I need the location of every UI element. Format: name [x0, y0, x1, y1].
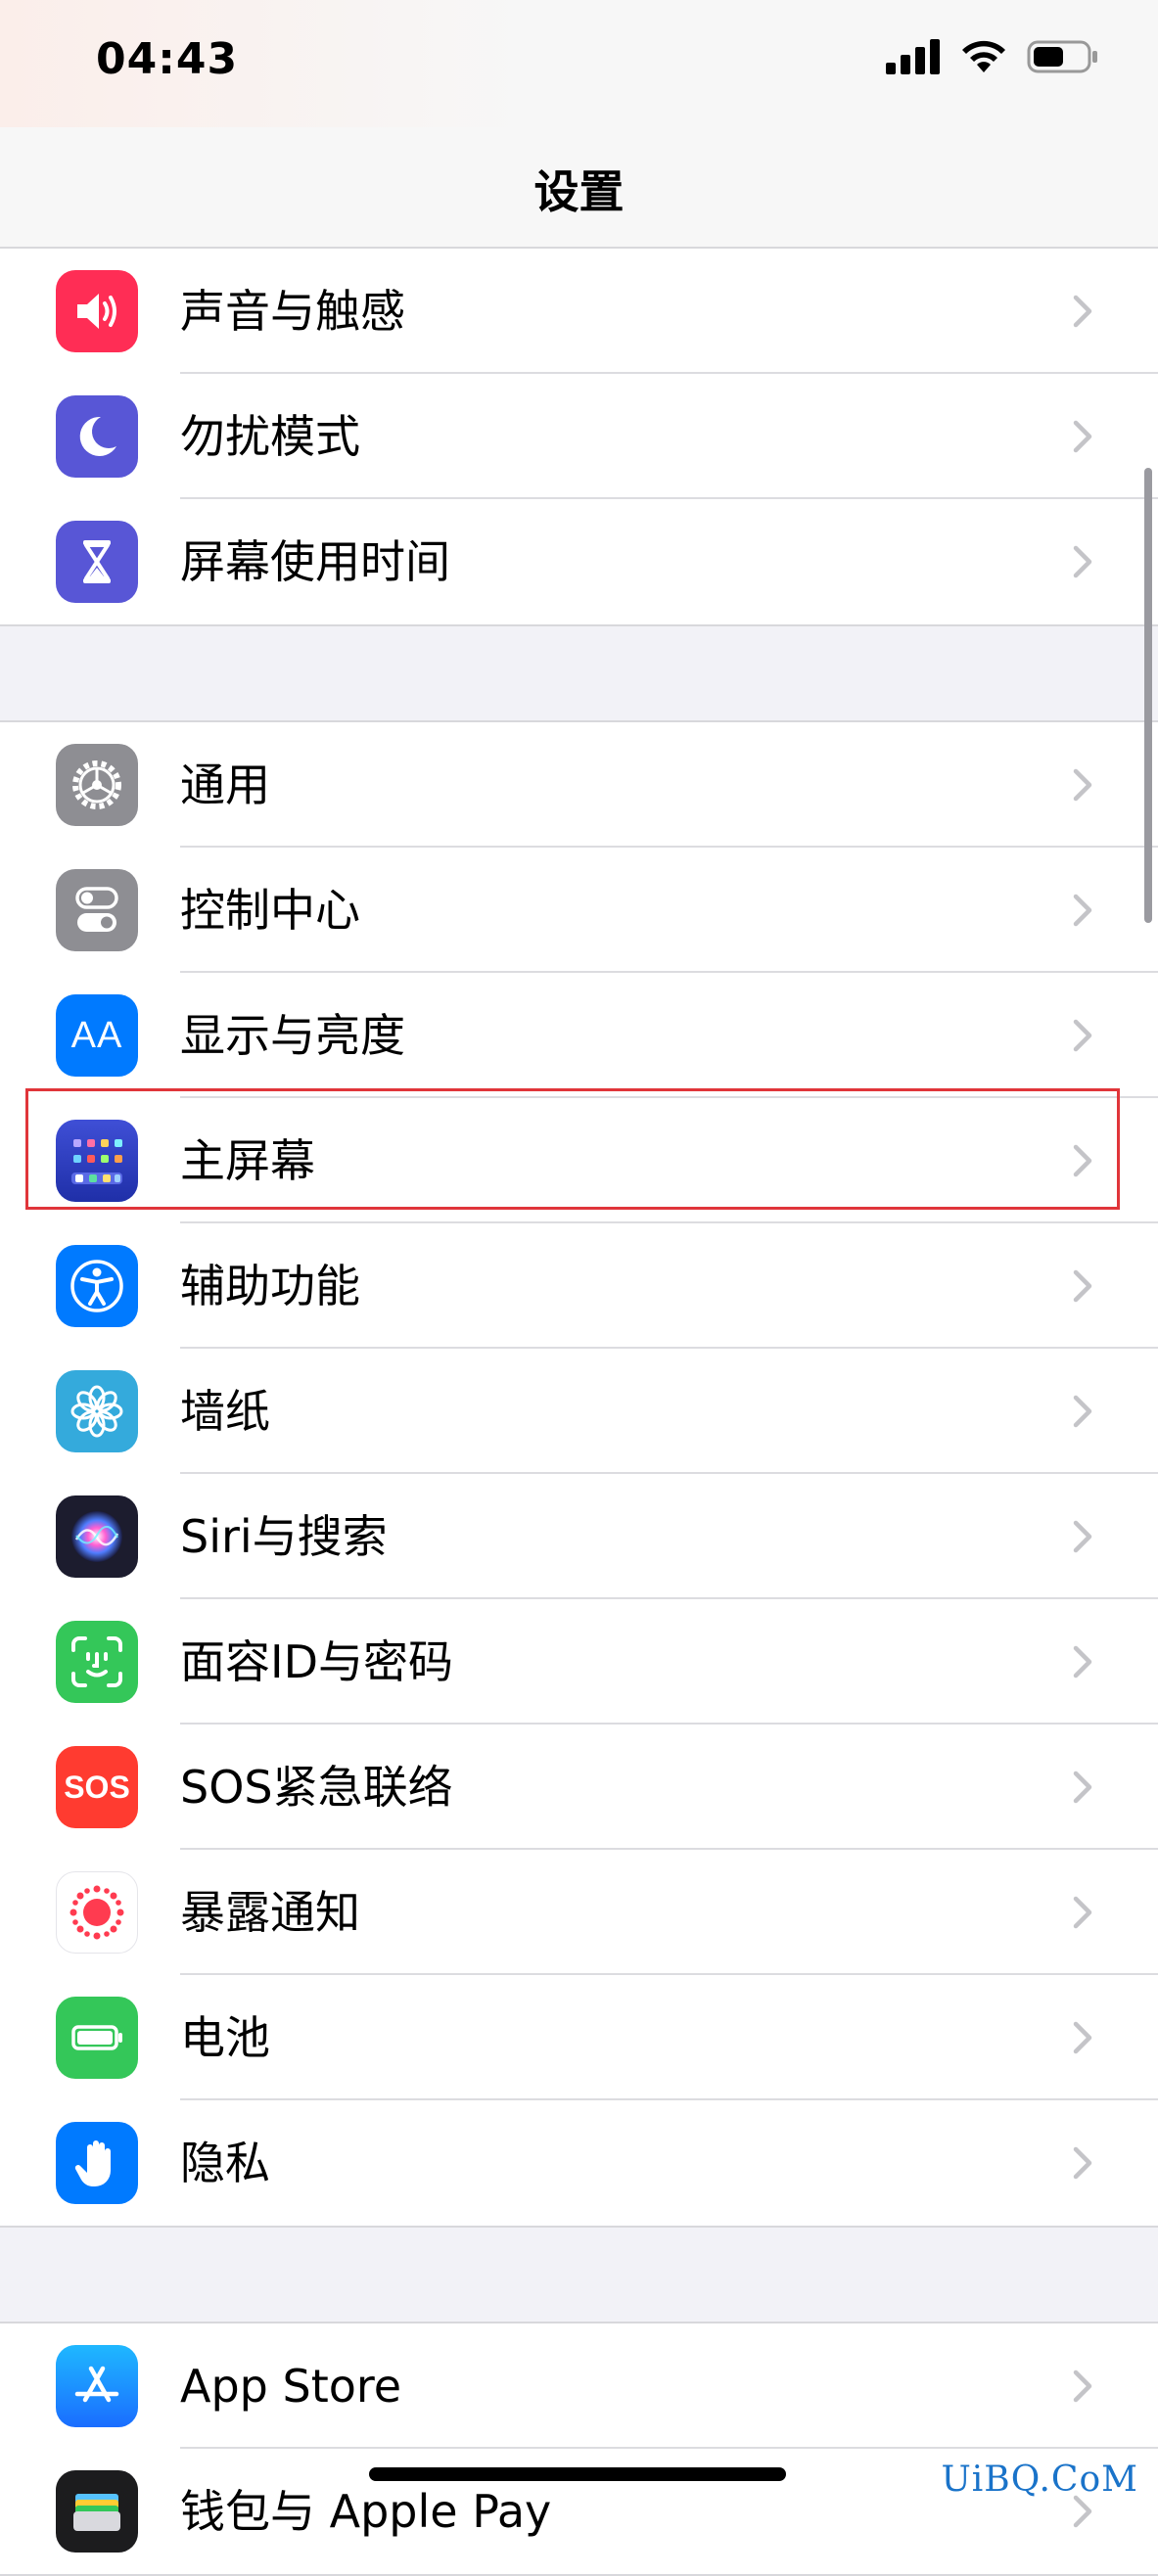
settings-row-label: App Store: [180, 2360, 402, 2413]
toggles-icon: [56, 869, 138, 951]
settings-row-label: 屏幕使用时间: [180, 535, 450, 588]
settings-row-general[interactable]: 通用: [0, 722, 1158, 848]
accessibility-icon: [56, 1245, 138, 1327]
chevron-right-icon: [1073, 295, 1092, 328]
settings-row-exposure-notifications[interactable]: 暴露通知: [0, 1850, 1158, 1975]
settings-row-app-store[interactable]: App Store: [0, 2323, 1158, 2449]
settings-row-label: 勿扰模式: [180, 410, 360, 463]
siri-icon: [56, 1495, 138, 1578]
home-screen-icon: [56, 1120, 138, 1202]
settings-row-label: 辅助功能: [180, 1260, 360, 1312]
hourglass-icon: [56, 521, 138, 603]
settings-row-face-id[interactable]: 面容ID与密码: [0, 1599, 1158, 1725]
wallet-icon: [56, 2470, 138, 2553]
status-time: 04:43: [96, 34, 239, 84]
exposure-icon: [56, 1871, 138, 1954]
chevron-right-icon: [1073, 894, 1092, 927]
settings-row-emergency-sos[interactable]: SOS SOS紧急联络: [0, 1725, 1158, 1850]
chevron-right-icon: [1073, 768, 1092, 802]
battery-icon: [56, 1997, 138, 2079]
chevron-right-icon: [1073, 1896, 1092, 1929]
settings-row-display[interactable]: AA 显示与亮度: [0, 973, 1158, 1098]
settings-row-label: Siri与搜索: [180, 1510, 388, 1563]
hand-icon: [56, 2122, 138, 2204]
settings-row-label: 暴露通知: [180, 1886, 360, 1939]
settings-row-label: 隐私: [180, 2137, 270, 2189]
chevron-right-icon: [1073, 2369, 1092, 2403]
chevron-right-icon: [1073, 420, 1092, 453]
group-spacer: [0, 626, 1158, 720]
settings-row-label: SOS紧急联络: [180, 1761, 453, 1814]
home-indicator[interactable]: [369, 2467, 786, 2481]
settings-row-label: 墙纸: [180, 1385, 270, 1438]
chevron-right-icon: [1073, 1771, 1092, 1804]
cellular-signal-icon: [886, 39, 940, 74]
text-size-icon-glyph: AA: [70, 1014, 123, 1056]
settings-row-siri[interactable]: Siri与搜索: [0, 1474, 1158, 1599]
settings-row-label: 面容ID与密码: [180, 1635, 453, 1688]
flower-icon: [56, 1370, 138, 1452]
settings-row-accessibility[interactable]: 辅助功能: [0, 1223, 1158, 1349]
navigation-bar: 设置: [0, 127, 1158, 249]
settings-group-2: 通用 控制中心 AA 显示与亮度 主屏幕 辅助功能 墙纸 Siri与搜索 面容I…: [0, 720, 1158, 2228]
moon-icon: [56, 395, 138, 478]
settings-row-screen-time[interactable]: 屏幕使用时间: [0, 499, 1158, 624]
settings-list: 声音与触感 勿扰模式 屏幕使用时间 通用 控制中心 AA 显示与亮度 主屏幕 辅…: [0, 249, 1158, 2576]
settings-row-label: 电池: [180, 2011, 270, 2064]
text-size-icon: AA: [56, 994, 138, 1077]
settings-row-control-center[interactable]: 控制中心: [0, 848, 1158, 973]
settings-row-label: 通用: [180, 759, 270, 811]
settings-row-do-not-disturb[interactable]: 勿扰模式: [0, 374, 1158, 499]
settings-row-home-screen[interactable]: 主屏幕: [0, 1098, 1158, 1223]
settings-group-1: 声音与触感 勿扰模式 屏幕使用时间: [0, 249, 1158, 626]
settings-row-label: 主屏幕: [180, 1134, 315, 1187]
settings-group-3: App Store 钱包与 Apple Pay: [0, 2322, 1158, 2576]
sos-icon-glyph: SOS: [64, 1769, 130, 1805]
settings-row-sounds[interactable]: 声音与触感: [0, 249, 1158, 374]
settings-row-label: 显示与亮度: [180, 1009, 405, 1062]
status-bar: 04:43: [0, 0, 1158, 127]
chevron-right-icon: [1073, 1269, 1092, 1303]
chevron-right-icon: [1073, 1019, 1092, 1052]
watermark: UiBQ.CoM: [941, 2460, 1138, 2500]
settings-row-wallpaper[interactable]: 墙纸: [0, 1349, 1158, 1474]
wifi-icon: [962, 40, 1005, 72]
sos-icon: SOS: [56, 1746, 138, 1828]
speaker-icon: [56, 270, 138, 352]
chevron-right-icon: [1073, 2021, 1092, 2054]
chevron-right-icon: [1073, 545, 1092, 578]
app-store-icon: [56, 2345, 138, 2427]
face-id-icon: [56, 1621, 138, 1703]
group-spacer: [0, 2228, 1158, 2322]
gear-icon: [56, 744, 138, 826]
page-title: 设置: [533, 165, 625, 218]
scroll-indicator[interactable]: [1144, 468, 1152, 923]
chevron-right-icon: [1073, 1520, 1092, 1553]
battery-status-icon: [1027, 40, 1097, 73]
settings-row-privacy[interactable]: 隐私: [0, 2100, 1158, 2226]
chevron-right-icon: [1073, 1395, 1092, 1428]
settings-row-label: 声音与触感: [180, 285, 405, 338]
chevron-right-icon: [1073, 1645, 1092, 1679]
chevron-right-icon: [1073, 1144, 1092, 1177]
settings-row-label: 控制中心: [180, 884, 360, 937]
chevron-right-icon: [1073, 2146, 1092, 2180]
status-icons: [886, 39, 1099, 74]
settings-row-battery[interactable]: 电池: [0, 1975, 1158, 2100]
